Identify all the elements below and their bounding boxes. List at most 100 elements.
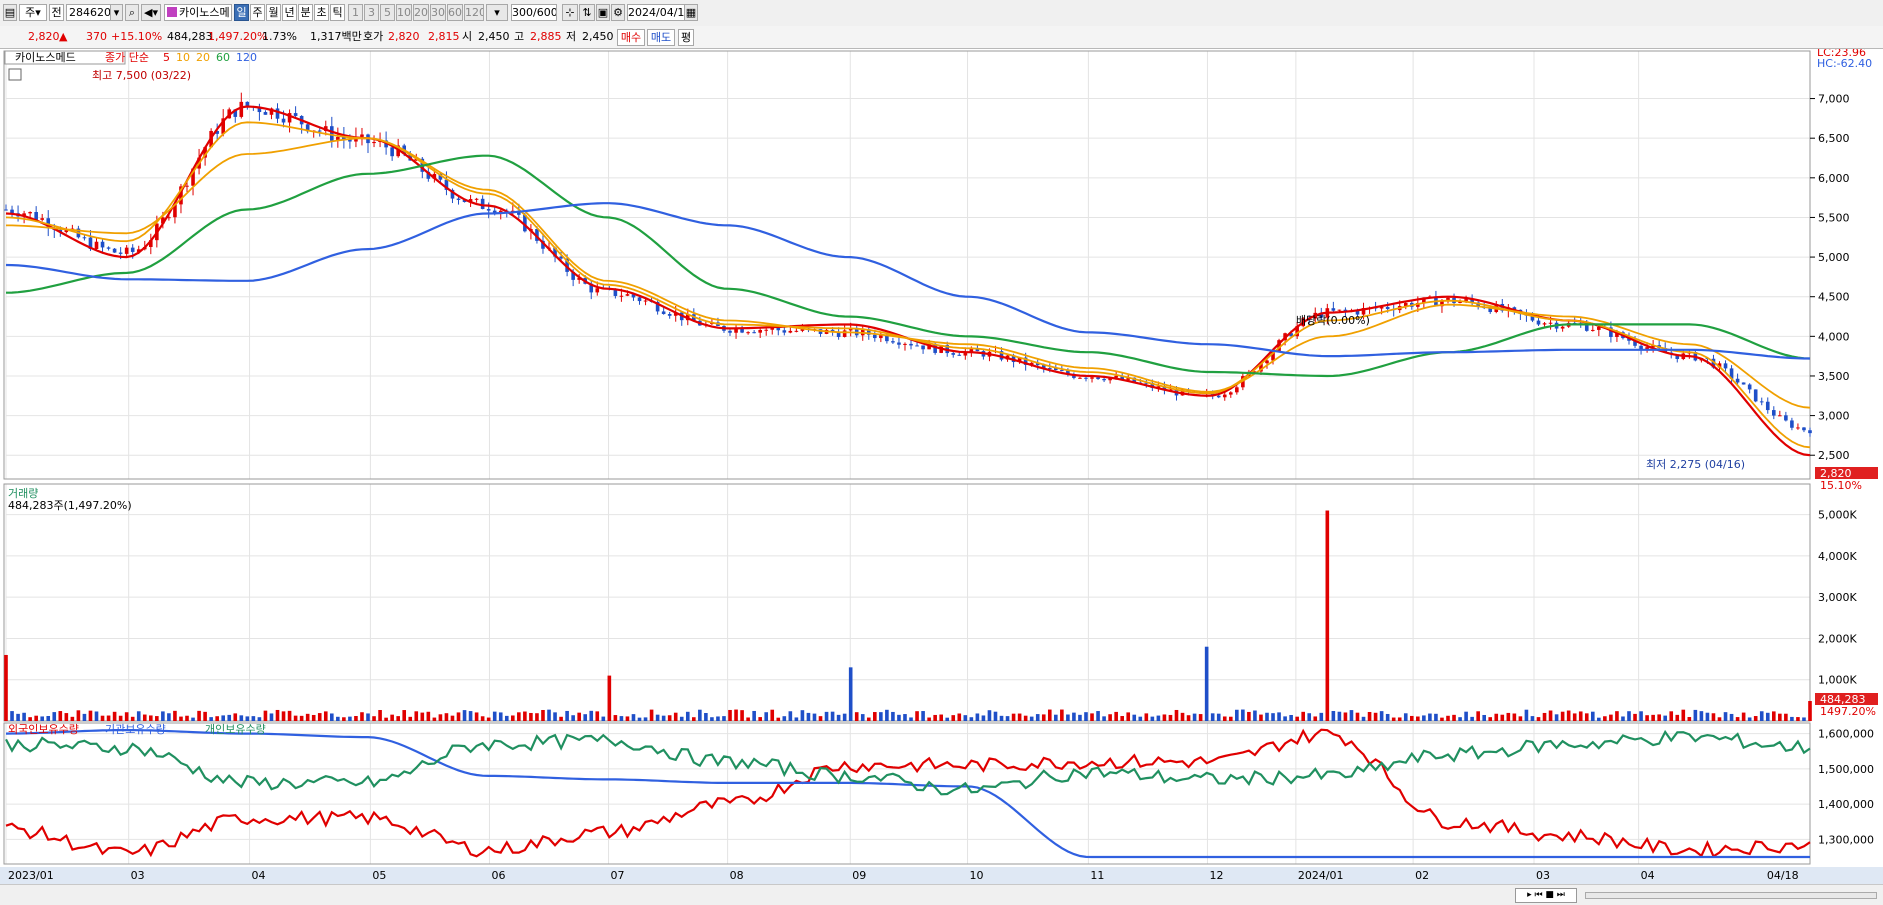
volume-bar: [1784, 713, 1788, 721]
volume-bar: [1482, 714, 1486, 721]
volume-bar: [239, 715, 244, 721]
period-tick[interactable]: 틱: [330, 4, 345, 21]
volume-bar: [1198, 714, 1203, 721]
candle-body: [903, 343, 907, 345]
crosshair-icon[interactable]: ⊹: [562, 4, 578, 21]
sound-icon[interactable]: ◀▾: [141, 4, 161, 21]
chevron-down-icon[interactable]: ▾: [110, 4, 123, 21]
volume-bar: [885, 709, 889, 721]
interval-3[interactable]: 3: [364, 4, 379, 21]
x-tick-label: 12: [1209, 869, 1223, 882]
volume-bar: [40, 716, 45, 721]
volume-bar: [511, 715, 515, 721]
volume-bar: [1247, 711, 1251, 721]
volume-bar: [903, 714, 907, 721]
volume-bar: [22, 712, 26, 721]
volume-bar: [1778, 713, 1782, 721]
count-field[interactable]: 300/600: [511, 4, 557, 21]
volume-bar: [209, 717, 213, 721]
volume-y-tick-label: 3,000K: [1818, 591, 1857, 604]
candle-body: [1548, 322, 1553, 324]
volume-bar: [1005, 716, 1010, 721]
volume-bar: [1578, 711, 1583, 721]
volume-bar: [372, 716, 376, 721]
volume-bar: [1639, 711, 1643, 721]
y-tick-label: 5,000: [1818, 251, 1850, 264]
date-field[interactable]: 2024/04/18: [627, 4, 687, 21]
volume-bar: [94, 711, 99, 721]
candle-body: [595, 288, 600, 293]
period-minute[interactable]: 분: [298, 4, 313, 21]
x-tick-label: 03: [131, 869, 145, 882]
candle-body: [1536, 320, 1541, 325]
ma120-legend: 120: [236, 51, 257, 64]
interval-dropdown[interactable]: ▾: [486, 4, 508, 21]
volume-bar: [1325, 510, 1330, 721]
scrollbar[interactable]: [1585, 892, 1877, 899]
candle-body: [124, 247, 129, 254]
volume-bar: [70, 716, 75, 721]
volume-bar: [866, 717, 871, 721]
volume-bar: [1150, 716, 1155, 721]
volume-bar: [1331, 710, 1336, 721]
chart-type-icon[interactable]: ⇅: [579, 4, 595, 21]
volume-bar: [1114, 711, 1118, 721]
calendar-icon[interactable]: ▦: [684, 4, 698, 21]
volume-bar: [1035, 714, 1040, 721]
candle-body: [1778, 415, 1782, 417]
interval-1[interactable]: 1: [348, 4, 363, 21]
volume-bar: [661, 715, 666, 721]
volume-bar: [46, 716, 51, 721]
menu-icon[interactable]: ▤: [3, 4, 17, 21]
buy-button[interactable]: 매수: [617, 29, 645, 46]
panel-settings-icon[interactable]: [8, 68, 22, 81]
market-select[interactable]: 주▾: [19, 4, 47, 21]
interval-60[interactable]: 60: [447, 4, 463, 21]
volume-bar: [336, 716, 340, 721]
volume-bar: [698, 709, 702, 721]
candle-body: [1096, 377, 1100, 380]
y-tick-label: 3,500: [1818, 370, 1850, 383]
scroll-controls[interactable]: ▸ ⏮ ■ ⏭: [1515, 888, 1577, 903]
volume-bar: [1500, 714, 1505, 721]
volume-bar: [758, 717, 762, 721]
volume-bar: [432, 717, 437, 721]
gear-icon[interactable]: ⚙: [611, 4, 625, 21]
volume-bar: [1663, 715, 1668, 721]
foreign-holding-legend: 외국인보유수량: [8, 723, 79, 736]
x-tick-label: 2023/01: [8, 869, 54, 882]
period-month[interactable]: 월: [266, 4, 281, 21]
volume-bar: [933, 714, 937, 721]
interval-120[interactable]: 120: [464, 4, 484, 21]
prev-button[interactable]: 전: [49, 4, 64, 21]
volume-bar: [601, 716, 606, 721]
period-year[interactable]: 년: [282, 4, 297, 21]
volume-bar: [1428, 713, 1432, 721]
interval-20[interactable]: 20: [413, 4, 429, 21]
avg-button[interactable]: 평: [678, 29, 694, 46]
last-volume-pct: 1497.20%: [1820, 705, 1876, 718]
volume-bar: [873, 712, 877, 721]
volume-bar: [1554, 714, 1559, 721]
volume-bar: [848, 667, 853, 721]
candle-body: [1771, 410, 1776, 416]
volume-bar: [529, 712, 533, 721]
volume-bar: [1633, 713, 1637, 721]
open-price: 2,450: [478, 30, 510, 43]
chart-area[interactable]: 2023/01 03 04 05 06 07 08 09 10 11 12 2024/01 02 03 04…: [0, 49, 1883, 884]
sell-button[interactable]: 매도: [647, 29, 675, 46]
volume-bar: [64, 713, 69, 721]
save-icon[interactable]: ▣: [596, 4, 610, 21]
interval-10[interactable]: 10: [396, 4, 412, 21]
stock-name-field[interactable]: 카이노스메: [164, 4, 232, 21]
stock-type-icon: [167, 7, 177, 17]
interval-30[interactable]: 30: [430, 4, 446, 21]
candle-body: [185, 185, 189, 187]
volume-bar: [541, 709, 545, 721]
period-day[interactable]: 일: [234, 4, 249, 21]
period-week[interactable]: 주: [250, 4, 265, 21]
interval-5[interactable]: 5: [380, 4, 395, 21]
ma10-legend: 10: [176, 51, 190, 64]
period-second[interactable]: 초: [314, 4, 329, 21]
search-icon[interactable]: ⌕: [125, 4, 139, 21]
